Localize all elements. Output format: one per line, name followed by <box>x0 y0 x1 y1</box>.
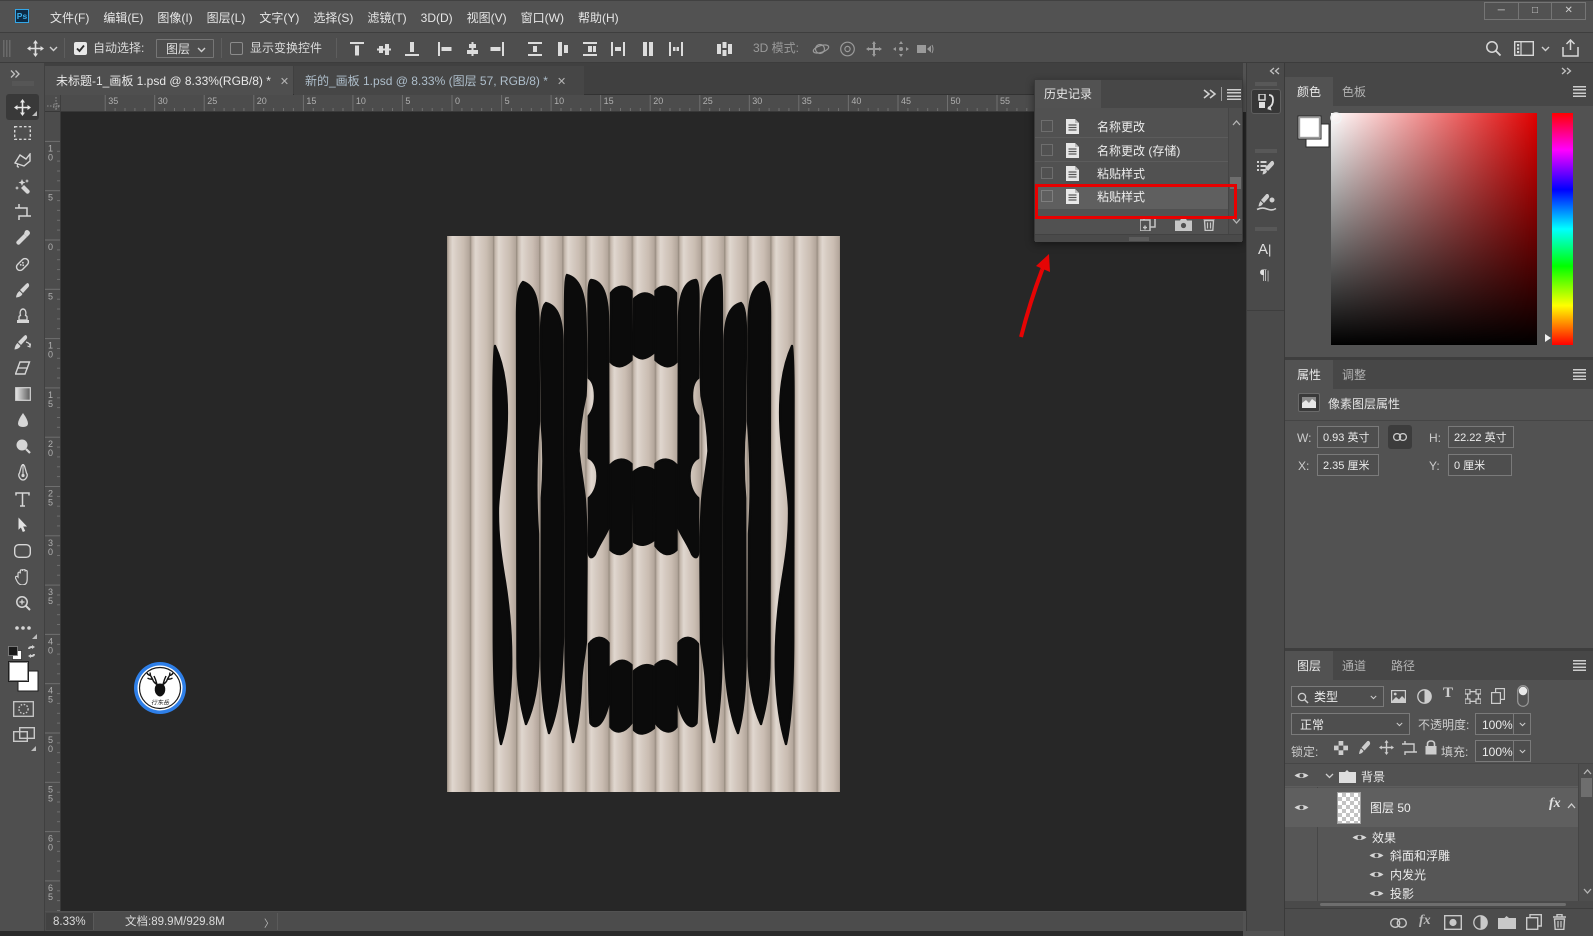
svg-text:0: 0 <box>48 152 53 162</box>
svg-text:0: 0 <box>48 645 53 655</box>
svg-text:0: 0 <box>48 843 53 853</box>
svg-text:5: 5 <box>405 96 410 106</box>
svg-text:25: 25 <box>703 96 713 106</box>
svg-text:30: 30 <box>752 96 762 106</box>
svg-text:0: 0 <box>48 547 53 557</box>
svg-text:20: 20 <box>257 96 267 106</box>
svg-text:0: 0 <box>48 350 53 360</box>
svg-text:15: 15 <box>306 96 316 106</box>
svg-text:50: 50 <box>951 96 961 106</box>
svg-text:40: 40 <box>851 96 861 106</box>
svg-text:0: 0 <box>48 448 53 458</box>
svg-text:25: 25 <box>207 96 217 106</box>
svg-text:5: 5 <box>48 399 53 409</box>
svg-text:15: 15 <box>604 96 614 106</box>
svg-text:35: 35 <box>108 96 118 106</box>
svg-text:10: 10 <box>356 96 366 106</box>
svg-text:5: 5 <box>48 498 53 508</box>
svg-text:行东岳: 行东岳 <box>151 698 170 707</box>
svg-text:5: 5 <box>48 596 53 606</box>
svg-text:5: 5 <box>48 193 53 203</box>
svg-text:30: 30 <box>158 96 168 106</box>
svg-text:0: 0 <box>48 242 53 252</box>
svg-text:5: 5 <box>48 793 53 803</box>
svg-text:35: 35 <box>802 96 812 106</box>
svg-text:5: 5 <box>48 695 53 705</box>
svg-text:20: 20 <box>653 96 663 106</box>
svg-text:0: 0 <box>455 96 460 106</box>
svg-text:5: 5 <box>505 96 510 106</box>
svg-text:45: 45 <box>901 96 911 106</box>
svg-text:0: 0 <box>48 744 53 754</box>
svg-text:5: 5 <box>48 291 53 301</box>
svg-text:55: 55 <box>1000 96 1010 106</box>
svg-text:5: 5 <box>48 892 53 902</box>
svg-text:10: 10 <box>554 96 564 106</box>
